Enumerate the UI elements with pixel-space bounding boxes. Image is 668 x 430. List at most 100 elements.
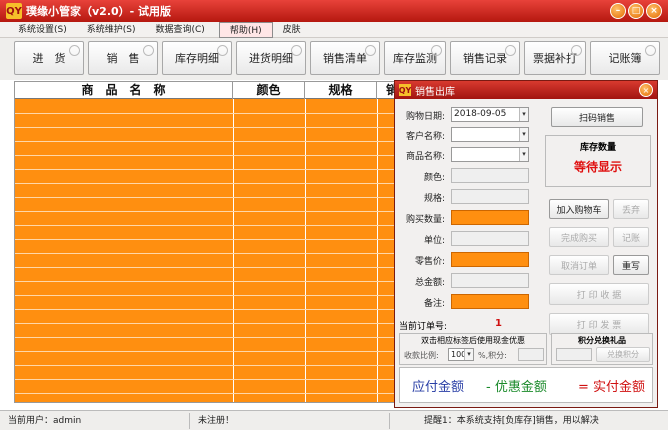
chevron-down-icon[interactable]: ▾ <box>519 128 528 141</box>
menu-data-query[interactable]: 数据查询(C) <box>146 22 215 38</box>
label-color: 颜色: <box>423 173 445 183</box>
points-field[interactable] <box>518 348 544 361</box>
order-number-value: 1 <box>495 318 502 329</box>
discount-title: 双击相应标签后使用现金优惠 <box>421 336 525 345</box>
total-panel: 应付金额 - 优惠金额 = 实付金额 <box>399 367 653 403</box>
table-row[interactable] <box>15 337 395 338</box>
col-header-name[interactable]: 商 品 名 称 <box>15 82 233 99</box>
app-logo-icon: QY <box>6 3 22 19</box>
stock-title: 库存数量 <box>579 143 616 153</box>
rewrite-button[interactable]: 重写 <box>613 255 649 275</box>
table-row[interactable] <box>15 379 395 380</box>
menu-system-maintenance[interactable]: 系统维护(S) <box>77 22 146 38</box>
label-price: 零售价: <box>414 257 445 267</box>
close-icon[interactable]: × <box>646 3 662 19</box>
table-row[interactable] <box>15 113 395 114</box>
table-row[interactable] <box>15 393 395 394</box>
table-row[interactable] <box>15 169 395 170</box>
table-row[interactable] <box>15 225 395 226</box>
discount-amount-label: - 优惠金额 <box>486 380 547 395</box>
toolbar-sales-list-button[interactable]: 销售清单 <box>310 41 380 75</box>
table-row[interactable] <box>15 141 395 142</box>
spec-field <box>451 189 529 204</box>
points-exchange-title: 积分兑换礼品 <box>578 336 626 345</box>
dialog-close-icon[interactable]: × <box>639 83 653 97</box>
table-row[interactable] <box>15 211 395 212</box>
window-title: 璞缘小管家（v2.0）- 试用版 <box>26 5 172 18</box>
toolbar-reprint-button[interactable]: 票据补打 <box>524 41 586 75</box>
table-row[interactable] <box>15 295 395 296</box>
date-picker[interactable]: 2018-09-05 ▾ <box>451 107 529 122</box>
minimize-icon[interactable]: – <box>610 3 626 19</box>
chevron-down-icon[interactable]: ▾ <box>464 349 473 360</box>
discard-button[interactable]: 丢弃 <box>613 199 649 219</box>
col-header-color[interactable]: 颜色 <box>233 82 305 99</box>
grid-divider <box>305 99 306 402</box>
title-bar: QY 璞缘小管家（v2.0）- 试用版 – □ × <box>0 0 668 22</box>
points-exchange-panel: 积分兑换礼品 兑换积分 <box>551 333 653 365</box>
calendar-dropdown-icon[interactable]: ▾ <box>519 108 528 121</box>
menu-skin[interactable]: 皮肤 <box>273 22 311 38</box>
label-customer: 客户名称: <box>405 132 445 142</box>
discount-ratio-select[interactable]: 100 ▾ <box>448 348 474 361</box>
date-value: 2018-09-05 <box>454 109 507 119</box>
scan-sell-button[interactable]: 扫码销售 <box>551 107 643 127</box>
product-grid[interactable]: 商 品 名 称 颜色 规格 销 <box>14 81 396 403</box>
discount-ratio-label: 收款比例: <box>404 351 439 360</box>
status-tip: 提醒1：本系统支持[负库存]销售，用以解决 <box>424 415 599 426</box>
toolbar-sales-button[interactable]: 销 售 <box>88 41 158 75</box>
exchange-points-field[interactable] <box>556 348 592 361</box>
table-row[interactable] <box>15 351 395 352</box>
exchange-points-button[interactable]: 兑换积分 <box>596 347 650 362</box>
maximize-icon[interactable]: □ <box>628 3 644 19</box>
add-to-cart-button[interactable]: 加入购物车 <box>549 199 609 219</box>
print-receipt-button[interactable]: 打 印 收 据 <box>549 283 649 305</box>
order-number-label: 当前订单号: <box>399 322 448 332</box>
table-row[interactable] <box>15 183 395 184</box>
dialog-title: 销售出库 <box>415 86 455 98</box>
label-quantity: 购买数量: <box>405 215 445 225</box>
stock-panel: 库存数量 等待显示 <box>545 135 651 187</box>
table-row[interactable] <box>15 155 395 156</box>
customer-select[interactable]: ▾ <box>451 127 529 142</box>
table-row[interactable] <box>15 127 395 128</box>
toolbar-ledger-button[interactable]: 记账簿 <box>590 41 660 75</box>
payable-amount-label: 应付金额 <box>412 380 465 395</box>
menu-help[interactable]: 帮助(H) <box>218 21 273 38</box>
remark-field[interactable] <box>451 294 529 309</box>
product-select[interactable]: ▾ <box>451 147 529 162</box>
cancel-order-button[interactable]: 取消订单 <box>549 255 609 275</box>
toolbar-stock-monitor-button[interactable]: 库存监测 <box>384 41 446 75</box>
print-invoice-button[interactable]: 打 印 发 票 <box>549 313 649 335</box>
col-header-spec[interactable]: 规格 <box>305 82 377 99</box>
dialog-title-bar: QY 销售出库 × <box>395 81 657 99</box>
toolbar-stock-detail-button[interactable]: 库存明细 <box>162 41 232 75</box>
discount-panel: 双击相应标签后使用现金优惠 收款比例: 100 ▾ %,积分: <box>399 333 547 365</box>
table-row[interactable] <box>15 197 395 198</box>
table-row[interactable] <box>15 267 395 268</box>
label-product: 商品名称: <box>405 152 445 162</box>
unit-field <box>451 231 529 246</box>
account-button[interactable]: 记账 <box>613 227 649 247</box>
status-registration: 未注册！ <box>190 412 390 429</box>
menu-system-settings[interactable]: 系统设置(S) <box>8 22 77 38</box>
complete-purchase-button[interactable]: 完成购买 <box>549 227 609 247</box>
grid-divider <box>233 99 234 402</box>
status-user: 当前用户：admin <box>0 412 190 429</box>
table-row[interactable] <box>15 253 395 254</box>
table-row[interactable] <box>15 323 395 324</box>
dialog-logo-icon: QY <box>398 84 412 96</box>
table-row[interactable] <box>15 281 395 282</box>
table-row[interactable] <box>15 309 395 310</box>
toolbar-purchase-detail-button[interactable]: 进货明细 <box>236 41 306 75</box>
quantity-field[interactable] <box>451 210 529 225</box>
table-row[interactable] <box>15 365 395 366</box>
stock-value: 等待显示 <box>573 160 622 174</box>
grid-header: 商 品 名 称 颜色 规格 销 <box>15 82 395 99</box>
label-amount: 总金额: <box>414 278 445 288</box>
table-row[interactable] <box>15 239 395 240</box>
toolbar-purchase-button[interactable]: 进 货 <box>14 41 84 75</box>
price-field[interactable] <box>451 252 529 267</box>
chevron-down-icon[interactable]: ▾ <box>519 148 528 161</box>
toolbar-sales-record-button[interactable]: 销售记录 <box>450 41 520 75</box>
